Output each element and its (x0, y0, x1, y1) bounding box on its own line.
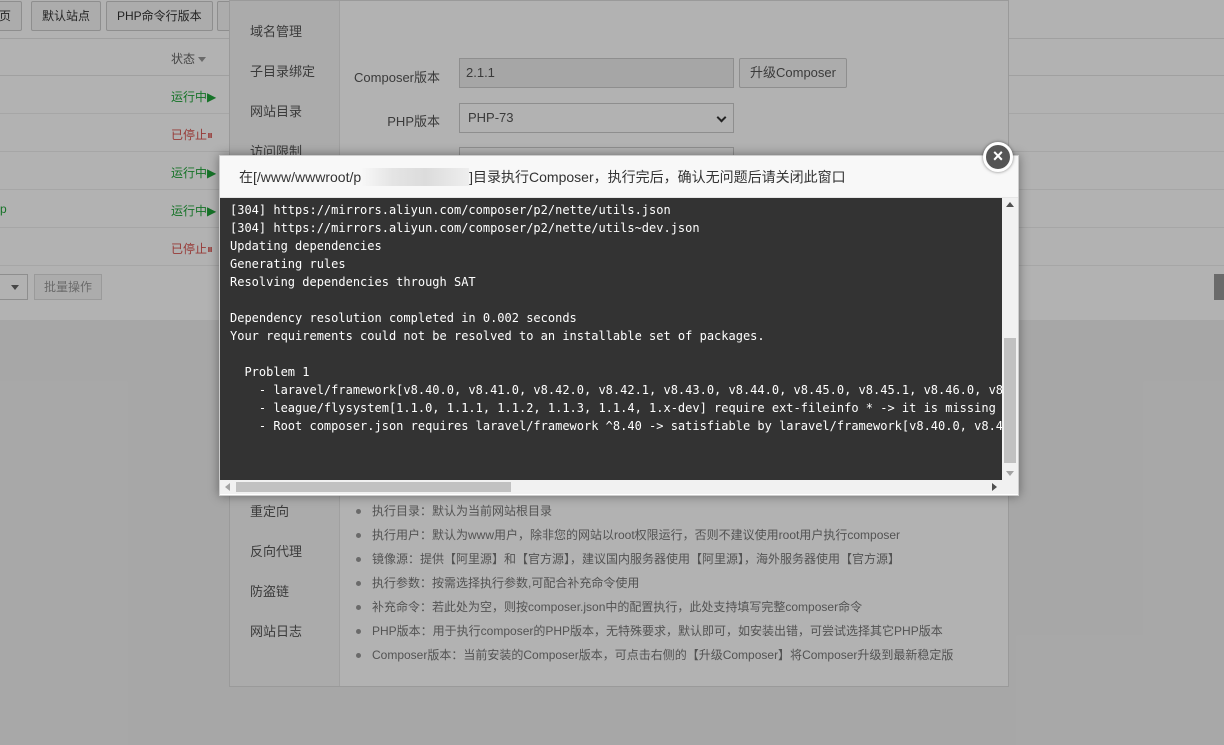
terminal-line: Generating rules (230, 257, 346, 271)
close-icon: × (992, 146, 1004, 166)
scroll-down-icon[interactable] (1006, 471, 1014, 476)
terminal-line: - laravel/framework[v8.40.0, v8.41.0, v8… (230, 383, 1002, 397)
vertical-scrollbar[interactable] (1002, 198, 1018, 480)
scrollbar-corner (1002, 480, 1018, 494)
terminal-line: - Root composer.json requires laravel/fr… (230, 419, 1002, 433)
vertical-scroll-thumb[interactable] (1004, 338, 1016, 463)
scroll-up-icon[interactable] (1006, 202, 1014, 207)
path-redaction (361, 168, 470, 187)
terminal-content: [304] https://mirrors.aliyun.com/compose… (220, 198, 1002, 480)
close-dialog-button[interactable]: × (983, 142, 1013, 172)
terminal-line: [304] https://mirrors.aliyun.com/compose… (230, 221, 700, 235)
terminal-line: Problem 1 (230, 365, 310, 379)
terminal-line: Updating dependencies (230, 239, 382, 253)
dialog-title-suffix: ]目录执行Composer，执行完后，确认无问题后请关闭此窗口 (469, 169, 846, 185)
composer-output-dialog: 在[/www/wwwroot/p ]目录执行Composer，执行完后，确认无问题… (219, 155, 1019, 496)
scroll-left-icon[interactable] (225, 483, 230, 491)
terminal-line: - league/flysystem[1.1.0, 1.1.1, 1.1.2, … (230, 401, 1002, 415)
scroll-right-icon[interactable] (992, 483, 997, 491)
dialog-title-prefix: 在[/www/wwwroot/p (239, 169, 362, 185)
terminal-line: Resolving dependencies through SAT (230, 275, 476, 289)
terminal-line: [304] https://mirrors.aliyun.com/compose… (230, 203, 671, 217)
terminal-line: Dependency resolution completed in 0.002… (230, 311, 577, 325)
terminal-output: [304] https://mirrors.aliyun.com/compose… (220, 198, 1018, 494)
terminal-line: Your requirements could not be resolved … (230, 329, 765, 343)
dialog-title: 在[/www/wwwroot/p ]目录执行Composer，执行完后，确认无问题… (220, 156, 1018, 198)
horizontal-scrollbar[interactable] (220, 480, 1002, 494)
horizontal-scroll-thumb[interactable] (236, 482, 511, 492)
